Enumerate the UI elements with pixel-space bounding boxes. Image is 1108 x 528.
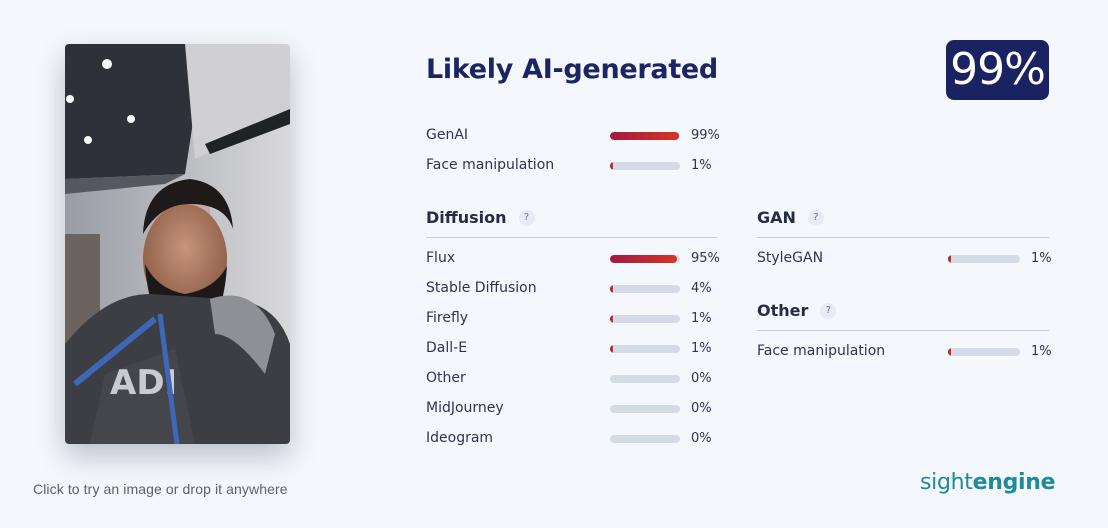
brand-bold: engine	[972, 470, 1056, 495]
row-percent: 0%	[691, 401, 712, 416]
diffusion-row-other: Other 0%	[426, 369, 726, 389]
score-bar	[610, 255, 680, 263]
row-label: Flux	[426, 250, 456, 266]
overall-score-badge: 99%	[946, 40, 1049, 100]
verdict-title: Likely AI-generated	[426, 54, 718, 85]
section-title-text: GAN	[757, 208, 796, 227]
section-divider	[757, 237, 1049, 238]
row-percent: 0%	[691, 371, 712, 386]
row-percent: 0%	[691, 431, 712, 446]
uploaded-image-dropzone[interactable]: ADI	[65, 44, 290, 444]
score-bar-fill	[610, 285, 613, 293]
row-label: Stable Diffusion	[426, 280, 537, 296]
section-title-other: Other ?	[757, 301, 837, 320]
help-icon[interactable]: ?	[807, 209, 824, 226]
upload-hint: Click to try an image or drop it anywher…	[33, 481, 288, 497]
section-divider	[426, 237, 717, 238]
score-bar-fill	[948, 255, 951, 263]
section-title-diffusion: Diffusion ?	[426, 208, 535, 227]
score-bar	[610, 435, 680, 443]
row-percent: 99%	[691, 128, 720, 143]
sightengine-logo[interactable]: sightengine	[920, 470, 1056, 495]
diffusion-row-firefly: Firefly 1%	[426, 309, 726, 329]
uploaded-photo: ADI	[65, 44, 290, 444]
score-bar-fill	[610, 132, 680, 140]
row-label: MidJourney	[426, 400, 504, 416]
gan-row-stylegan: StyleGAN 1%	[757, 249, 1052, 269]
row-percent: 1%	[691, 341, 712, 356]
score-bar-fill	[610, 315, 613, 323]
diffusion-row-stable-diffusion: Stable Diffusion 4%	[426, 279, 726, 299]
row-label: Dall-E	[426, 340, 468, 356]
score-bar	[610, 345, 680, 353]
section-title-text: Diffusion	[426, 208, 507, 227]
section-title-gan: GAN ?	[757, 208, 824, 227]
score-bar	[610, 375, 680, 383]
score-bar	[610, 315, 680, 323]
row-label: Face manipulation	[426, 157, 555, 173]
section-divider	[757, 330, 1049, 331]
score-bar-fill	[948, 348, 951, 356]
row-label: Firefly	[426, 310, 469, 326]
score-bar	[948, 348, 1020, 356]
row-label: StyleGAN	[757, 250, 824, 266]
help-icon[interactable]: ?	[820, 302, 837, 319]
diffusion-row-flux: Flux 95%	[426, 249, 726, 269]
diffusion-row-ideogram: Ideogram 0%	[426, 429, 726, 449]
score-bar	[610, 405, 680, 413]
score-bar	[948, 255, 1020, 263]
row-percent: 95%	[691, 251, 720, 266]
row-percent: 1%	[691, 158, 712, 173]
score-bar	[610, 132, 680, 140]
other-row-face-manipulation: Face manipulation 1%	[757, 342, 1052, 362]
score-bar	[610, 285, 680, 293]
diffusion-row-midjourney: MidJourney 0%	[426, 399, 726, 419]
score-bar	[610, 162, 680, 170]
row-label: Ideogram	[426, 430, 494, 446]
section-title-text: Other	[757, 301, 809, 320]
brand-light: sight	[920, 470, 973, 495]
row-label: Face manipulation	[757, 343, 886, 359]
row-percent: 1%	[1031, 251, 1052, 266]
score-bar-fill	[610, 255, 677, 263]
row-percent: 4%	[691, 281, 712, 296]
summary-row-face-manipulation: Face manipulation 1%	[426, 156, 726, 176]
row-percent: 1%	[1031, 344, 1052, 359]
help-icon[interactable]: ?	[518, 209, 535, 226]
row-label: Other	[426, 370, 466, 386]
diffusion-row-dall-e: Dall-E 1%	[426, 339, 726, 359]
summary-row-genai: GenAI 99%	[426, 126, 726, 146]
score-bar-fill	[610, 162, 613, 170]
row-percent: 1%	[691, 311, 712, 326]
score-bar-fill	[610, 345, 613, 353]
row-label: GenAI	[426, 127, 469, 143]
